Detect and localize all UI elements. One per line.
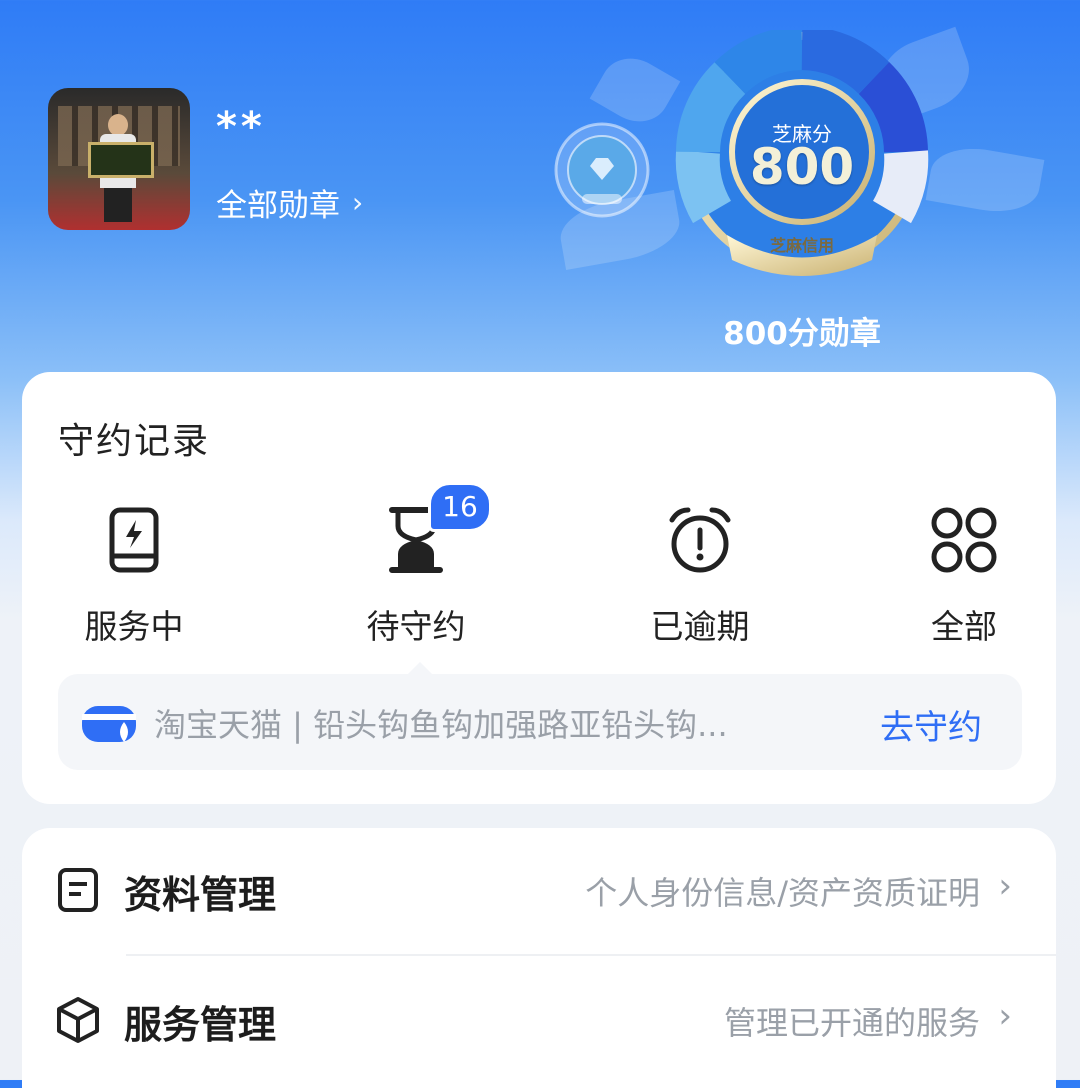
decor-leaf xyxy=(925,140,1045,220)
profile-header: ** 全部勋章 › 芝麻分 800 芝麻信用 800分勋章 xyxy=(0,0,1080,380)
pending-record-item[interactable]: 淘宝天猫 | 铅头钩鱼钩加强路亚铅头钩... 去守约 xyxy=(58,674,1022,770)
record-label: 服务中 xyxy=(84,607,184,646)
credit-score-gauge[interactable]: 芝麻分 800 芝麻信用 xyxy=(672,26,932,280)
all-badges-link[interactable]: 全部勋章 › xyxy=(216,180,363,225)
chevron-right-icon: › xyxy=(998,866,1012,906)
divider xyxy=(126,954,1056,956)
menu-row-profile[interactable]: 资料管理 个人身份信息/资产资质证明 › xyxy=(22,828,1056,948)
all-badges-label: 全部勋章 xyxy=(216,188,340,224)
management-card: 资料管理 个人身份信息/资产资质证明 › 服务管理 管理已开通的服务 › xyxy=(22,828,1056,1088)
pending-record-text: 淘宝天猫 | 铅头钩鱼钩加强路亚铅头钩... xyxy=(154,706,728,744)
record-label: 全部 xyxy=(931,607,997,646)
record-overdue[interactable]: 已逾期 xyxy=(620,504,780,648)
compliance-records-card: 守约记录 服务中 待守约 16 已逾期 全部 淘宝天猫 | 铅头钩鱼钩加强路亚铅… xyxy=(22,372,1056,804)
alarm-clock-icon xyxy=(669,507,731,573)
record-all[interactable]: 全部 xyxy=(884,504,1044,648)
record-in-service[interactable]: 服务中 xyxy=(54,504,214,648)
menu-description: 个人身份信息/资产资质证明 xyxy=(585,874,980,912)
sesame-credit-brand: 芝麻信用 xyxy=(769,236,834,255)
document-icon xyxy=(58,868,98,912)
diamond-medal-icon[interactable] xyxy=(552,120,652,220)
credit-score-value: 800 xyxy=(749,138,855,196)
taobao-tmall-icon xyxy=(82,706,136,742)
menu-description: 管理已开通的服务 xyxy=(723,1004,980,1042)
fulfill-button[interactable]: 去守约 xyxy=(880,700,982,749)
menu-title: 服务管理 xyxy=(124,1003,277,1047)
phone-charge-icon xyxy=(109,507,159,573)
medal-caption: 800分勋章 xyxy=(723,316,881,352)
record-label: 已逾期 xyxy=(650,607,750,646)
username: ** xyxy=(216,104,266,150)
cube-icon xyxy=(57,997,99,1043)
pending-count-badge: 16 xyxy=(428,482,492,532)
section-title: 守约记录 xyxy=(58,421,211,462)
menu-row-services[interactable]: 服务管理 管理已开通的服务 › xyxy=(22,958,1056,1078)
menu-title: 资料管理 xyxy=(124,873,277,917)
avatar[interactable] xyxy=(48,88,190,230)
grid-icon xyxy=(931,507,997,573)
chevron-right-icon: › xyxy=(998,996,1012,1036)
record-label: 待守约 xyxy=(366,607,466,646)
chevron-right-icon: › xyxy=(352,186,364,219)
